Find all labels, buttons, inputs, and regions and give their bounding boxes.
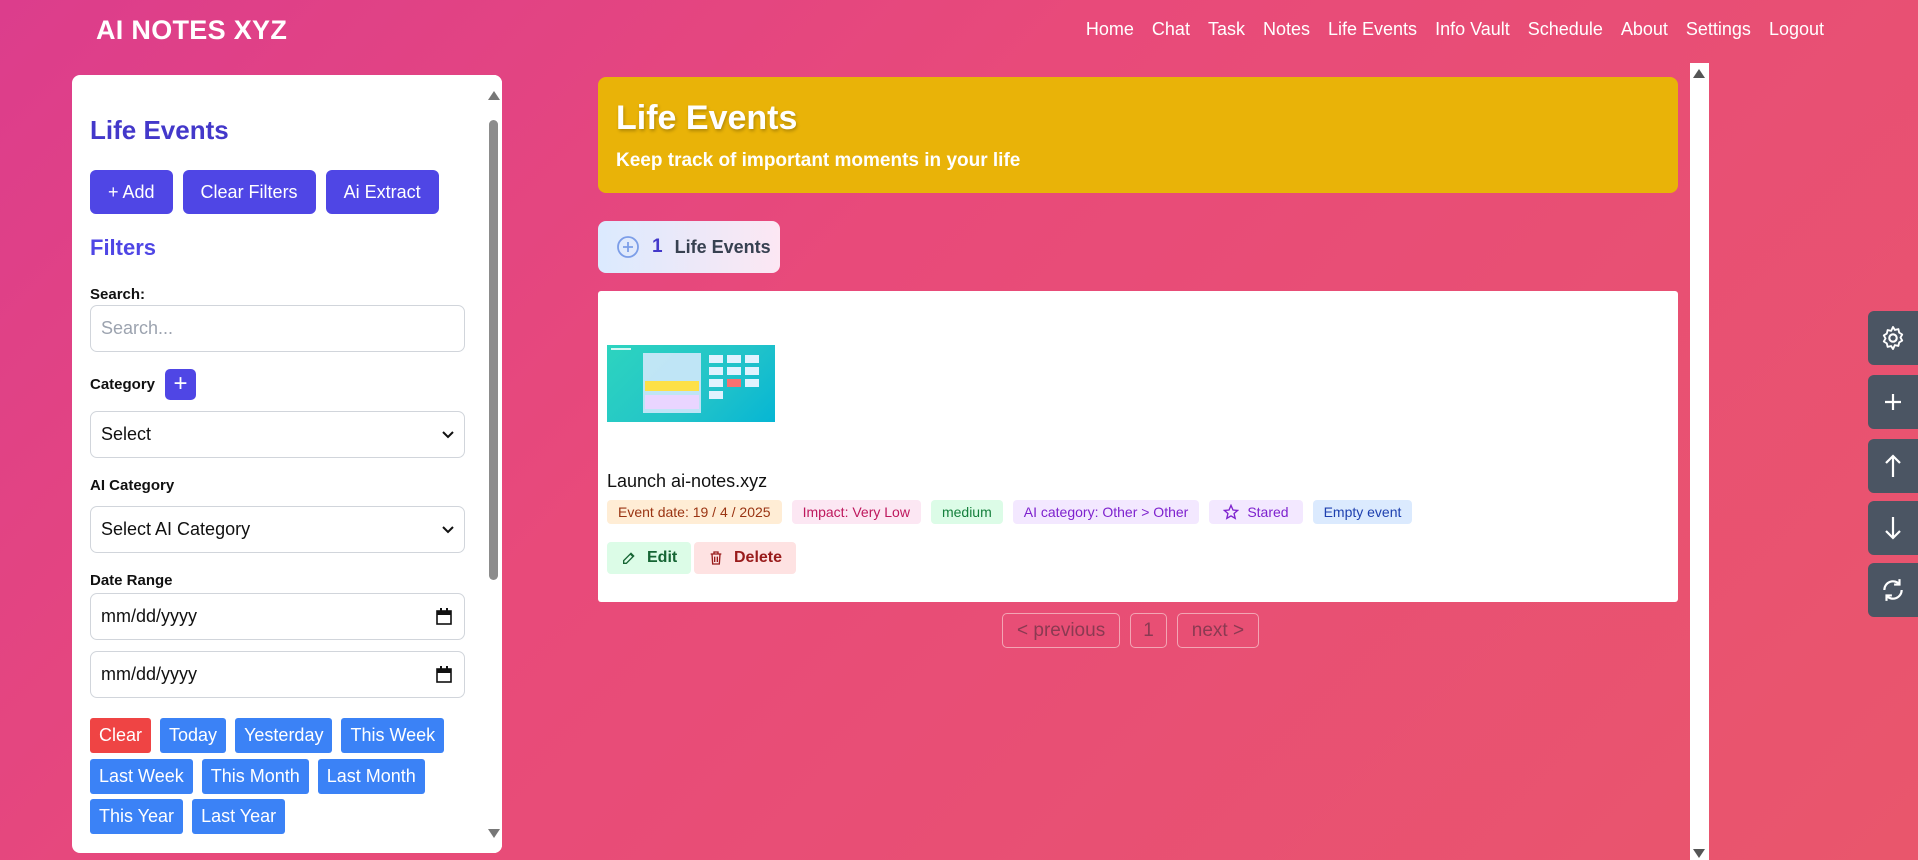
previous-page-button[interactable]: < previous — [1002, 613, 1121, 648]
this-month-button[interactable]: This Month — [201, 759, 309, 794]
search-label: Search: — [90, 286, 146, 303]
plus-icon — [1885, 394, 1901, 410]
category-select-value: Select — [101, 424, 152, 444]
nav-notes[interactable]: Notes — [1263, 19, 1310, 40]
nav-info-vault[interactable]: Info Vault — [1435, 19, 1510, 40]
this-year-button[interactable]: This Year — [90, 799, 184, 834]
add-button[interactable]: + Add — [90, 170, 173, 214]
empty-event-tag: Empty event — [1312, 500, 1413, 524]
refresh-tool-button[interactable] — [1868, 563, 1918, 617]
edit-label: Edit — [647, 549, 678, 566]
settings-tool-button[interactable] — [1868, 311, 1918, 365]
delete-button[interactable]: Delete — [694, 542, 797, 574]
filter-sidebar: Life Events + Add Clear Filters Ai Extra… — [72, 75, 502, 853]
pagination: < previous 1 next > — [1002, 613, 1260, 648]
calendar-icon[interactable] — [436, 608, 452, 625]
clear-filters-button[interactable]: Clear Filters — [182, 170, 316, 214]
nav-schedule[interactable]: Schedule — [1528, 19, 1603, 40]
arrow-down-icon — [1885, 517, 1901, 540]
nav-task[interactable]: Task — [1208, 19, 1245, 40]
add-category-button[interactable]: + — [165, 369, 196, 400]
nav-logout[interactable]: Logout — [1769, 19, 1824, 40]
main-scroll-down[interactable] — [1693, 849, 1705, 858]
nav-life-events[interactable]: Life Events — [1328, 19, 1417, 40]
filters-heading: Filters — [90, 235, 157, 260]
page-1-button[interactable]: 1 — [1130, 613, 1167, 648]
top-navbar: AI NOTES XYZ Home Chat Task Notes Life E… — [0, 0, 1918, 60]
arrow-up-icon — [1885, 454, 1901, 477]
date-range-label: Date Range — [90, 572, 173, 589]
chevron-down-icon — [442, 526, 454, 534]
events-count-label: Life Events — [674, 236, 771, 257]
quick-date-row-2: Last Week This Month Last Month — [90, 759, 425, 794]
nav-chat[interactable]: Chat — [1152, 19, 1190, 40]
last-year-button[interactable]: Last Year — [192, 799, 286, 834]
main-scrollbar[interactable] — [1690, 63, 1709, 860]
nav-settings[interactable]: Settings — [1686, 19, 1751, 40]
category-select[interactable]: Select — [90, 411, 465, 458]
events-count: 1 — [652, 236, 663, 257]
star-label: Stared — [1247, 504, 1289, 520]
page-header: Life Events Keep track of important mome… — [598, 77, 1678, 193]
start-date-placeholder: mm/dd/yyyy — [101, 606, 198, 626]
gear-icon — [1882, 325, 1904, 351]
page-title: Life Events — [616, 99, 798, 137]
quick-date-row-3: This Year Last Year — [90, 799, 286, 834]
ai-category-select[interactable]: Select AI Category — [90, 506, 465, 553]
last-month-button[interactable]: Last Month — [317, 759, 425, 794]
ai-category-tag: AI category: Other > Other — [1012, 500, 1200, 524]
next-page-button[interactable]: next > — [1176, 613, 1260, 648]
category-label: Category — [90, 376, 156, 393]
event-date-tag: Event date: 19 / 4 / 2025 — [607, 500, 782, 524]
scroll-down-arrow[interactable] — [488, 829, 500, 838]
plus-circle-icon — [617, 236, 639, 258]
sidebar-scrollbar[interactable] — [484, 75, 502, 853]
scroll-top-button[interactable] — [1868, 439, 1918, 493]
event-thumbnail[interactable] — [607, 345, 775, 422]
add-tool-button[interactable] — [1868, 375, 1918, 429]
today-button[interactable]: Today — [160, 718, 227, 753]
nav-home[interactable]: Home — [1086, 19, 1134, 40]
last-week-button[interactable]: Last Week — [90, 759, 193, 794]
star-icon — [1223, 504, 1240, 520]
sidebar-scroll-thumb[interactable] — [489, 120, 498, 580]
refresh-icon — [1883, 579, 1903, 601]
ai-category-select-value: Select AI Category — [101, 519, 251, 539]
event-title[interactable]: Launch ai-notes.xyz — [607, 471, 767, 492]
end-date-placeholder: mm/dd/yyyy — [101, 664, 198, 684]
nav-about[interactable]: About — [1621, 19, 1668, 40]
quick-date-row-1: Clear Today Yesterday This Week — [90, 718, 445, 753]
impact-tag: Impact: Very Low — [791, 500, 921, 524]
thumbnail-preview — [611, 348, 759, 413]
delete-label: Delete — [734, 549, 783, 566]
search-input[interactable]: Search... — [90, 305, 465, 352]
priority-tag: medium — [930, 500, 1003, 524]
end-date-input[interactable]: mm/dd/yyyy — [90, 651, 465, 698]
edit-icon — [623, 552, 635, 564]
yesterday-button[interactable]: Yesterday — [235, 718, 333, 753]
star-toggle[interactable]: Stared — [1209, 500, 1303, 524]
calendar-icon[interactable] — [436, 666, 452, 683]
sidebar-actions: + Add Clear Filters Ai Extract — [90, 170, 439, 214]
ai-extract-button[interactable]: Ai Extract — [325, 170, 439, 214]
scroll-up-arrow[interactable] — [488, 91, 500, 100]
scroll-bottom-button[interactable] — [1868, 501, 1918, 555]
event-card: Launch ai-notes.xyz Event date: 19 / 4 /… — [598, 291, 1678, 602]
chevron-down-icon — [442, 431, 454, 439]
main-scroll-up[interactable] — [1693, 69, 1705, 78]
nav-links: Home Chat Task Notes Life Events Info Va… — [1086, 19, 1824, 40]
brand-logo[interactable]: AI NOTES XYZ — [96, 15, 287, 46]
events-count-badge[interactable]: 1 Life Events — [598, 221, 780, 273]
clear-date-button[interactable]: Clear — [90, 718, 152, 753]
event-tags: Event date: 19 / 4 / 2025 Impact: Very L… — [607, 500, 1413, 524]
edit-button[interactable]: Edit — [607, 542, 692, 574]
sidebar-title: Life Events — [90, 115, 229, 145]
trash-icon — [710, 551, 722, 565]
page-subtitle: Keep track of important moments in your … — [616, 150, 1021, 171]
this-week-button[interactable]: This Week — [341, 718, 445, 753]
ai-category-label: AI Category — [90, 477, 175, 494]
start-date-input[interactable]: mm/dd/yyyy — [90, 593, 465, 640]
